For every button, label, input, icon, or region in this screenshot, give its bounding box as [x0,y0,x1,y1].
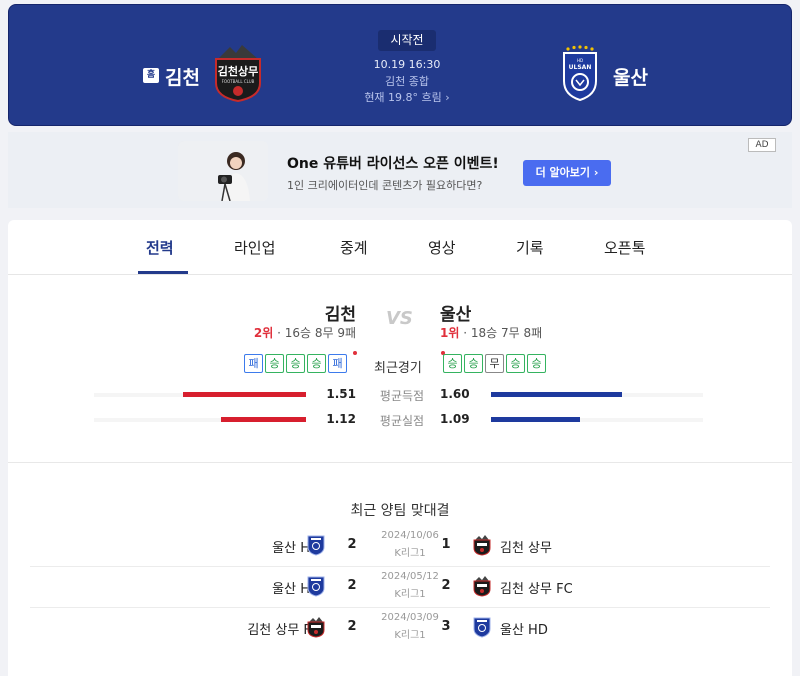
h2h-away-logo-icon [473,535,491,556]
away-team-name[interactable]: 울산 [613,63,648,90]
h2h-home-score: 2 [347,537,357,552]
form-result: 승 [307,354,326,373]
ad-badge[interactable]: AD [748,138,776,152]
h2h-home-logo-icon [307,617,325,638]
home-badge: 홈 [143,68,159,83]
away-recent-form: 승 승 무 승 승 [443,354,546,373]
h2h-away-score: 3 [441,619,451,634]
match-status-badge: 시작전 [378,30,436,51]
form-result: 승 [443,354,462,373]
match-venue: 김천 종합 [385,75,429,88]
home-goals-for-bar [183,392,306,397]
form-result: 승 [527,354,546,373]
match-detail-card: 전력 라인업 중계 영상 기록 오픈톡 김천 VS 울산 2위 · 16승 8무… [8,220,792,676]
form-result: 승 [265,354,284,373]
away-standing: 1위 · 18승 7무 8패 [440,324,620,341]
match-datetime: 10.19 16:30 [373,58,441,71]
home-team-name[interactable]: 김천 [165,63,200,90]
h2h-away-team[interactable]: 김천 상무 FC [500,578,573,597]
away-goals-for-bar [491,392,623,397]
away-record: · 18승 7무 8패 [459,326,543,340]
compare-home-name: 김천 [324,305,356,325]
away-goals-against-value: 1.09 [440,412,470,426]
tab-broadcast[interactable]: 중계 [340,237,368,258]
home-rank: 2위 [253,326,274,340]
form-result: 승 [286,354,305,373]
home-goals-for-value: 1.51 [326,387,356,401]
h2h-away-logo-icon [473,617,491,638]
form-result: 패 [328,354,347,373]
away-rank: 1위 [440,326,460,340]
form-result: 승 [464,354,483,373]
tab-bar: 전력 라인업 중계 영상 기록 오픈톡 [8,220,792,275]
h2h-row[interactable]: 김천 상무 FC 2 2024/03/09 K리그1 3 울산 HD [30,608,770,649]
h2h-away-score: 2 [441,578,451,593]
h2h-row[interactable]: 울산 HD 2 2024/10/06 K리그1 1 김천 상무 [30,526,770,567]
vs-label: VS [386,308,413,329]
tab-records[interactable]: 기록 [516,237,544,258]
h2h-row[interactable]: 울산 HD 2 2024/05/12 K리그1 2 김천 상무 FC [30,567,770,608]
h2h-away-team[interactable]: 울산 HD [500,619,548,638]
logo-text: ULSAN [569,64,592,71]
home-recent-form: 패 승 승 승 패 [244,354,347,373]
match-header: 홈 김천 김천상무 FOOTBALL CLUB 시작전 10.19 16:30 … [8,4,792,126]
tab-lineup-strength[interactable]: 전력 [146,237,174,258]
ad-person-illustration [178,141,268,201]
goals-against-label: 평균실점 [379,414,425,428]
ad-title[interactable]: One 유튜버 라이선스 오픈 이벤트! [287,153,499,173]
tab-video[interactable]: 영상 [428,237,456,258]
logo-text: 김천상무 [218,64,258,78]
away-goals-for-value: 1.60 [440,387,470,401]
form-result: 패 [244,354,263,373]
gimcheon-logo-icon[interactable]: 김천상무 FOOTBALL CLUB [212,43,264,103]
weather-link[interactable]: 현재 19.8° 흐림 › [309,89,505,105]
recent-form-label: 최근경기 [374,361,422,376]
ulsan-logo-icon[interactable]: HD ULSAN [561,45,599,101]
home-goals-against-value: 1.12 [326,412,356,426]
tab-opentalk[interactable]: 오픈톡 [604,237,645,258]
head-to-head-title: 최근 양팀 맞대결 [350,503,450,519]
form-result: 승 [506,354,525,373]
home-record: · 16승 8무 9패 [273,326,356,340]
active-tab-indicator [138,271,188,274]
h2h-home-score: 2 [347,578,357,593]
h2h-away-team[interactable]: 김천 상무 [500,537,552,556]
ad-banner[interactable]: One 유튜버 라이선스 오픈 이벤트! 1인 크리에이터인데 콘텐츠가 필요하… [8,132,792,208]
form-result: 무 [485,354,504,373]
h2h-away-logo-icon [473,576,491,597]
home-standing: 2위 · 16승 8무 9패 [188,324,356,341]
logo-subtext: HD [577,58,583,63]
h2h-home-score: 2 [347,619,357,634]
h2h-home-logo-icon [307,535,325,556]
logo-subtext: FOOTBALL CLUB [222,79,255,84]
compare-away-name: 울산 [440,305,472,325]
away-goals-against-bar [491,417,581,422]
section-divider [8,462,792,463]
tab-lineup[interactable]: 라인업 [234,237,275,258]
latest-match-dot [353,351,357,355]
goals-for-label: 평균득점 [379,389,425,403]
ad-subtitle: 1인 크리에이터인데 콘텐츠가 필요하다면? [287,179,483,192]
h2h-away-score: 1 [441,537,451,552]
learn-more-button[interactable]: 더 알아보기 › [523,160,611,186]
ad-image[interactable] [178,141,268,201]
h2h-home-logo-icon [307,576,325,597]
home-goals-against-bar [221,417,306,422]
